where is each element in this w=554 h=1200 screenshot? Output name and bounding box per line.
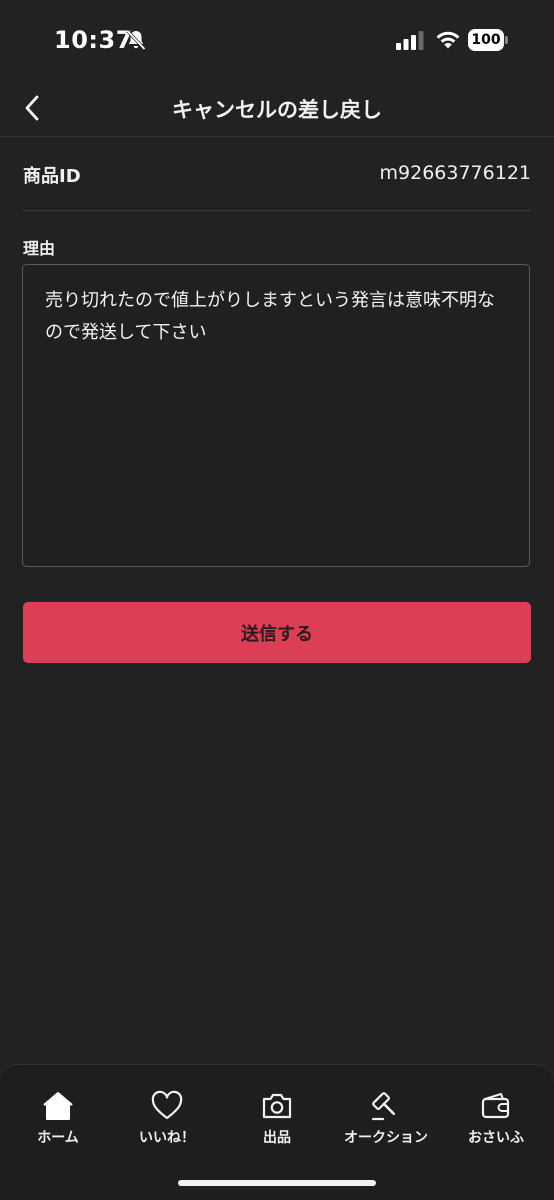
wifi-icon: [436, 31, 460, 49]
tab-likes-label: いいね！: [139, 1130, 195, 1146]
item-id-row: 商品ID m92663776121: [23, 138, 531, 211]
home-icon: [43, 1092, 73, 1120]
submit-button[interactable]: 送信する: [23, 602, 531, 663]
status-time: 10:37: [54, 26, 133, 54]
item-id-label: 商品ID: [23, 166, 81, 187]
heart-icon: [151, 1090, 183, 1120]
tab-sell-label: 出品: [263, 1130, 291, 1146]
tab-home[interactable]: ホーム: [3, 1089, 113, 1149]
battery-indicator: 100: [468, 29, 508, 51]
battery-tip: [505, 36, 508, 44]
tab-home-label: ホーム: [37, 1130, 79, 1146]
tab-likes[interactable]: いいね！: [112, 1089, 222, 1149]
tab-wallet-label: おさいふ: [468, 1130, 524, 1146]
tab-auction-label: オークション: [344, 1130, 428, 1146]
item-id-value: m92663776121: [379, 162, 531, 184]
tab-auction[interactable]: オークション: [331, 1089, 441, 1149]
home-indicator: [178, 1180, 376, 1186]
tab-wallet[interactable]: おさいふ: [441, 1089, 551, 1149]
reason-label: 理由: [23, 239, 56, 258]
screen: 10:37 100 キャンセルの差し戻し 商品ID m92663776121 理…: [0, 0, 554, 1200]
battery-level: 100: [468, 29, 504, 51]
status-bar: 10:37 100: [0, 0, 554, 80]
signal-icon: [396, 31, 424, 50]
tab-sell[interactable]: 出品: [222, 1089, 332, 1149]
page-title: キャンセルの差し戻し: [172, 98, 382, 122]
wallet-icon: [481, 1093, 510, 1119]
bell-muted-icon: [126, 29, 146, 51]
camera-icon: [262, 1093, 292, 1119]
gavel-icon: [371, 1092, 396, 1121]
reason-textarea[interactable]: 売り切れたので値上がりしますという発言は意味不明なので発送して下さい: [22, 264, 530, 567]
header: キャンセルの差し戻し: [0, 80, 554, 137]
